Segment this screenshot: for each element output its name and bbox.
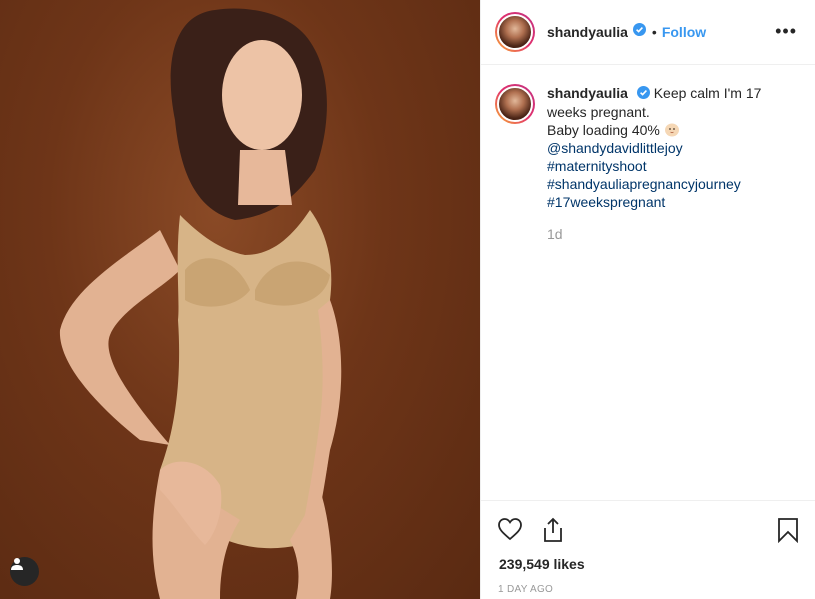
follow-button[interactable]: Follow <box>662 24 706 40</box>
user-tag-button[interactable] <box>10 557 39 586</box>
caption-relative-time[interactable]: 1d <box>547 225 777 243</box>
header-separator: • <box>651 24 657 40</box>
caption-avatar[interactable] <box>495 84 535 124</box>
caption-text: shandyaulia Keep calm I'm 17 weeks pregn… <box>547 84 777 243</box>
header-username[interactable]: shandyaulia <box>547 24 628 40</box>
user-tag-icon <box>11 558 23 570</box>
baby-emoji-icon <box>664 123 680 137</box>
heart-icon[interactable] <box>497 517 523 541</box>
verified-badge-icon <box>636 85 650 103</box>
likes-count[interactable]: 239,549 likes <box>499 556 585 572</box>
share-icon[interactable] <box>541 517 565 543</box>
verified-badge-icon <box>632 23 646 41</box>
posted-time: 1 DAY AGO <box>498 584 554 595</box>
caption-line-2: Baby loading 40% <box>547 122 660 139</box>
hashtag-link[interactable]: #shandyauliapregnancyjourney <box>547 175 777 193</box>
caption-username[interactable]: shandyaulia <box>547 85 628 101</box>
hashtag-link[interactable]: #maternityshoot <box>547 157 777 175</box>
post-header: shandyaulia • Follow ••• <box>481 0 815 65</box>
hashtag-link[interactable]: #17weekspregnant <box>547 193 777 211</box>
post-photo[interactable] <box>0 0 480 599</box>
avatar[interactable] <box>495 12 535 52</box>
photo-illustration <box>59 8 342 599</box>
more-options-button[interactable]: ••• <box>775 22 797 40</box>
post-actions: 239,549 likes 1 DAY AGO <box>481 500 815 599</box>
post-sidebar: shandyaulia • Follow ••• shandyaulia Kee… <box>480 0 815 599</box>
bookmark-icon[interactable] <box>777 517 799 543</box>
mention-link[interactable]: @shandydavidlittlejoy <box>547 139 777 157</box>
post-caption: shandyaulia Keep calm I'm 17 weeks pregn… <box>495 84 777 243</box>
instagram-post: shandyaulia • Follow ••• shandyaulia Kee… <box>0 0 815 599</box>
